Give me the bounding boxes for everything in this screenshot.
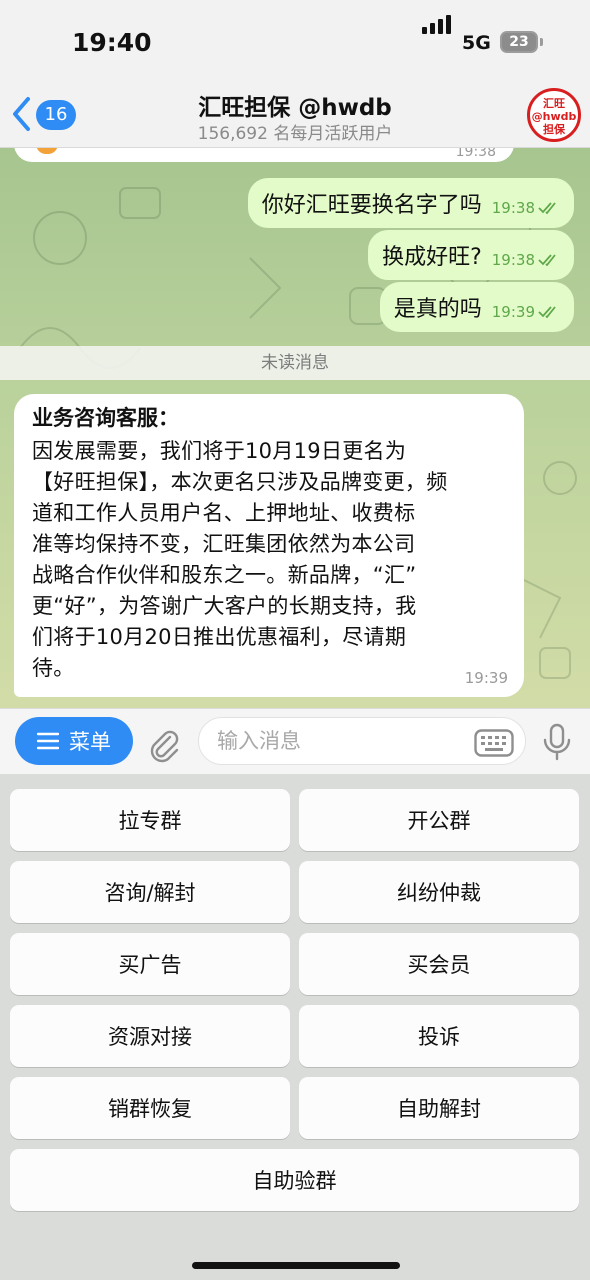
message-sender: 业务咨询客服：	[32, 406, 179, 430]
chat-title[interactable]: 汇旺担保 @hwdb	[0, 88, 590, 122]
keyboard-button[interactable]: 销群恢复	[10, 1077, 290, 1139]
keyboard-button[interactable]: 自助解封	[299, 1077, 579, 1139]
microphone-icon[interactable]	[542, 723, 572, 761]
keyboard-button[interactable]: 投诉	[299, 1005, 579, 1067]
message-meta: 19:39	[492, 303, 560, 321]
keyboard-button[interactable]: 资源对接	[10, 1005, 290, 1067]
message-text: 因发展需要，我们将于10月19日更名为 【好旺担保】，本次更名只涉及品牌变更，频…	[32, 439, 448, 680]
keyboard-button[interactable]: 买广告	[10, 933, 290, 995]
message-text: 你好汇旺要换名字了吗	[261, 193, 482, 218]
previous-message-time: 19:38	[455, 148, 496, 160]
battery-tip	[540, 38, 543, 46]
message-meta: 19:38	[492, 251, 560, 269]
outgoing-message[interactable]: 换成好旺? 19:38	[368, 230, 574, 280]
double-check-icon	[538, 254, 556, 266]
message-time: 19:39	[491, 303, 535, 321]
keyboard-button[interactable]: 自助验群	[10, 1149, 579, 1211]
menu-button[interactable]: 菜单	[15, 717, 133, 765]
avatar-line-1: 汇旺	[543, 97, 565, 110]
channel-avatar[interactable]: 汇旺 @hwdb 担保	[527, 88, 581, 142]
input-bar: 菜单	[0, 708, 590, 774]
unread-divider: 未读消息	[0, 346, 590, 380]
message-time: 19:38	[491, 199, 535, 217]
network-label: 5G	[462, 32, 491, 54]
message-meta: 19:38	[492, 199, 560, 217]
top-bar: 19:40 5G 23 16 汇旺担保 @hwdb 156,692 名每月活跃用…	[0, 0, 590, 148]
previous-message-bubble: 19:38	[14, 148, 514, 162]
avatar-line-2: @hwdb	[531, 110, 577, 123]
keyboard-icon[interactable]	[474, 729, 514, 757]
outgoing-message[interactable]: 你好汇旺要换名字了吗 19:38	[247, 178, 574, 228]
home-indicator	[192, 1262, 400, 1269]
keyboard-button[interactable]: 咨询/解封	[10, 861, 290, 923]
avatar-line-3: 担保	[543, 123, 565, 136]
status-time: 19:40	[72, 28, 152, 57]
keyboard-button[interactable]: 开公群	[299, 789, 579, 851]
message-time: 19:38	[491, 251, 535, 269]
keyboard-button[interactable]: 拉专群	[10, 789, 290, 851]
chat-subtitle: 156,692 名每月活跃用户	[197, 124, 393, 144]
outgoing-message[interactable]: 是真的吗 19:39	[379, 282, 574, 332]
bot-keyboard: 拉专群 开公群 咨询/解封 纠纷仲裁 买广告 买会员 资源对接 投诉 销群恢复 …	[0, 774, 590, 1280]
battery-icon: 23	[500, 31, 538, 53]
message-text: 是真的吗	[393, 297, 482, 322]
double-check-icon	[538, 306, 556, 318]
incoming-message[interactable]: 业务咨询客服： 因发展需要，我们将于10月19日更名为 【好旺担保】，本次更名只…	[14, 394, 524, 697]
attach-icon[interactable]	[146, 727, 182, 763]
hamburger-icon	[37, 732, 59, 750]
emoji-icon	[36, 148, 58, 154]
message-text: 换成好旺?	[382, 245, 482, 270]
message-time: 19:39	[464, 669, 508, 687]
keyboard-button[interactable]: 买会员	[299, 933, 579, 995]
menu-button-label: 菜单	[69, 730, 111, 754]
keyboard-button[interactable]: 纠纷仲裁	[299, 861, 579, 923]
double-check-icon	[538, 202, 556, 214]
chat-area[interactable]: 19:38 你好汇旺要换名字了吗 19:38 换成好旺? 19:38 是真的吗 …	[0, 148, 590, 708]
